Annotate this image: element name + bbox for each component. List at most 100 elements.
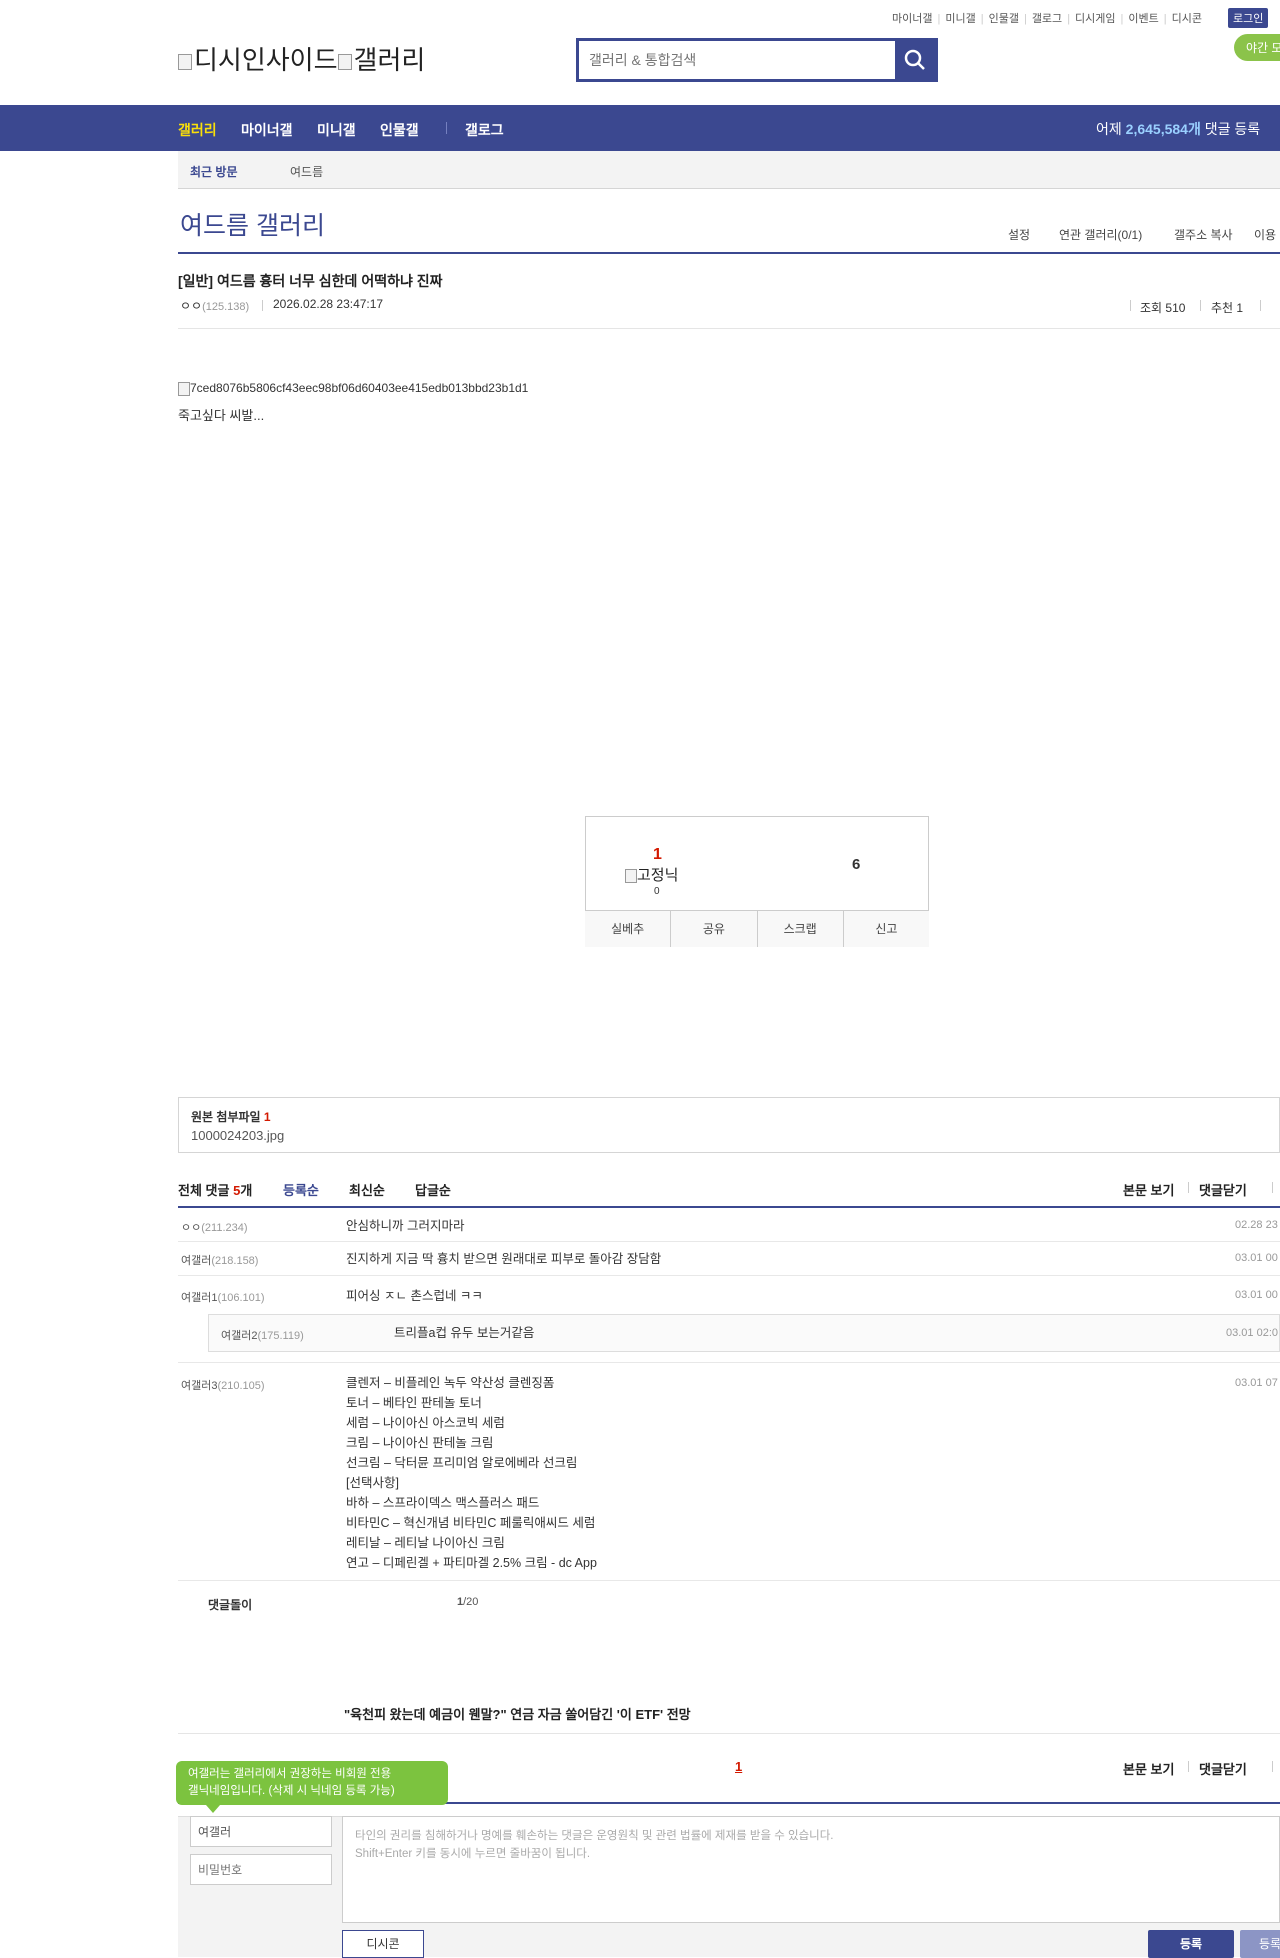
nav-gallery[interactable]: 갤러리 [178,120,217,140]
fixnick-alt: 고정닉 [637,867,679,884]
report-button[interactable]: 신고 [843,911,929,947]
recommend-actions: 실베추 공유 스크랩 신고 [585,910,929,947]
comment-date: 03.01 00 [1235,1252,1278,1264]
post-image-alt: 7ced8076b5806cf43eec98bf06d60403ee415edb… [190,381,529,395]
broken-image-icon [178,381,190,396]
comment-nick-text: 여갤러 [181,1255,212,1267]
meta-divider [1272,1182,1273,1193]
nav-person-gallery[interactable]: 인물갤 [380,120,419,140]
comment-text-multiline: 클렌저 – 비플레인 녹두 약산성 클렌징폼 토너 – 베타인 판테놀 토너 세… [346,1373,597,1573]
tooltip-arrow [206,1805,220,1813]
recommend-count: 1 [653,846,662,863]
stat-prefix: 어제 [1096,121,1122,137]
comment-line: 선크림 – 닥터뮨 프리미엄 알로에베라 선크림 [346,1456,578,1470]
logo-alt-dcinside: 디시인사이드 [194,45,338,75]
nickname-input[interactable] [190,1816,332,1847]
top-links: 마이너갤 | 미니갤 | 인물갤 | 갤로그 | 디시게임 | 이벤트 | 디시콘 [892,13,1202,25]
comment-ip: (106.101) [217,1292,265,1304]
comment-page-total: /20 [463,1596,479,1608]
post-image[interactable]: 7ced8076b5806cf43eec98bf06d60403ee415edb… [178,381,528,396]
comment-nick-text: 여갤러2 [221,1330,258,1342]
best-recommend-button[interactable]: 실베추 [585,911,672,947]
scrap-button[interactable]: 스크랩 [757,911,844,947]
sort-latest[interactable]: 최신순 [349,1180,385,1199]
share-button[interactable]: 공유 [671,911,758,947]
reply-nick[interactable]: 여갤러2(175.119) [221,1327,304,1343]
post-header-divider [178,328,1280,329]
view-body-link[interactable]: 본문 보기 [1123,1180,1174,1199]
recent-visit-item[interactable]: 여드름 [290,163,323,180]
sort-registered[interactable]: 등록순 [283,1180,319,1199]
comment-nick[interactable]: 여갤러3(210.105) [181,1377,265,1393]
comment-line: 클렌저 – 비플레인 녹두 약산성 클렌징폼 [346,1376,555,1390]
gallery-settings-link[interactable]: 설정 [1008,226,1030,243]
gallery-title[interactable]: 여드름 갤러리 [180,206,325,242]
broken-image-icon [337,54,352,71]
toplink-minor[interactable]: 마이너갤 [892,13,932,25]
sort-reply[interactable]: 답글순 [415,1180,451,1199]
comment-page-link[interactable]: 1 [735,1759,742,1774]
dccon-button[interactable]: 디시콘 [342,1930,424,1958]
comment-ip: (218.158) [211,1255,259,1267]
close-comments-link-bottom[interactable]: 댓글닫기 [1199,1759,1247,1778]
attachment-box [178,1097,1280,1153]
view-body-link-bottom[interactable]: 본문 보기 [1123,1759,1174,1778]
comment-date: 03.01 07 [1235,1377,1278,1389]
comment-textarea[interactable]: 타인의 권리를 침해하거나 명예를 훼손하는 댓글은 운영원칙 및 관련 법률에… [342,1816,1280,1923]
comment-divider [178,1241,1280,1242]
toplink-gallog[interactable]: 갤로그 [1032,13,1062,25]
stat-count: 2,645,584개 [1125,121,1201,137]
comment-header-divider [178,1206,1280,1208]
password-input[interactable] [190,1854,332,1885]
related-gallery-link[interactable]: 연관 갤러리(0/1) [1059,226,1142,243]
comment-bot-label[interactable]: 댓글돌이 [208,1596,252,1613]
night-mode-button[interactable]: 야간 모 [1234,34,1280,61]
comment-line: 연고 – 디페린겔 + 파티마겔 2.5% 크림 - dc App [346,1556,597,1570]
ad-article-link[interactable]: "육천피 왔는데 예금이 웬말?" 연금 자금 쏠어담긴 '이 ETF' 전망 [344,1704,691,1723]
recent-visit-label[interactable]: 최근 방문 [190,163,238,180]
nonrecommend-count[interactable]: 6 [852,856,860,873]
comment-line: 바하 – 스프라이덱스 맥스플러스 패드 [346,1496,540,1510]
comment-nick[interactable]: 여갤러1(106.101) [181,1289,265,1305]
reply-box [208,1314,1280,1352]
comment-divider [178,1580,1280,1581]
nav-mini-gallery[interactable]: 미니갤 [317,120,356,140]
yesterday-comment-stat: 어제 2,645,584개 댓글 등록 [1096,119,1260,139]
tooltip-line: 여갤러는 갤러리에서 권장하는 비회원 전용 [188,1768,392,1780]
login-button[interactable]: 로그인 [1228,8,1269,28]
tooltip-line: 갤닉네임입니다. (삭제 시 닉네임 등록 가능) [188,1785,395,1797]
comment-total-prefix: 전체 댓글 [178,1183,230,1198]
comment-divider [178,1362,1280,1363]
submit-comment-button[interactable]: 등록 [1148,1930,1234,1958]
comment-divider [178,1275,1280,1276]
comment-date: 03.01 00 [1235,1289,1278,1301]
fixnick-recommend-count: 0 [654,886,660,897]
toplink-person[interactable]: 인물갤 [989,13,1019,25]
meta-divider [1188,1761,1189,1772]
nav-divider [446,122,447,134]
comment-nick[interactable]: 여갤러(218.158) [181,1252,258,1268]
copy-gallery-url-link[interactable]: 갤주소 복사 [1174,226,1233,243]
comment-nick[interactable]: ㅇㅇ(211.234) [181,1219,248,1235]
comment-text: 진지하게 지금 딱 흉치 받으면 원래대로 피부로 돌아감 장담함 [346,1252,662,1266]
toplink-dccon[interactable]: 디시콘 [1172,13,1202,25]
broken-image-icon [178,54,192,71]
attachment-file-link[interactable]: 1000024203.jpg [191,1128,284,1143]
comment-page-indicator: 1/20 [457,1596,478,1608]
nav-minor-gallery[interactable]: 마이너갤 [241,120,293,140]
post-writer[interactable]: ㅇㅇ(125.138) [180,297,249,314]
search-input[interactable] [587,51,891,69]
comment-text: 피어싱 ㅈㄴ 촌스럽네 ㅋㅋ [346,1289,483,1303]
toplink-dcgame[interactable]: 디시게임 [1075,13,1115,25]
toplink-mini[interactable]: 미니갤 [945,13,975,25]
submit-recommend-button[interactable]: 등록 [1240,1930,1280,1958]
close-comments-link[interactable]: 댓글닫기 [1199,1180,1247,1199]
nav-gallog[interactable]: 갤로그 [465,120,504,140]
gallery-usage-link[interactable]: 이용 [1254,226,1276,243]
toplink-event[interactable]: 이벤트 [1128,13,1158,25]
search-button[interactable] [895,41,935,79]
recommend-up-button[interactable]: 고정닉 [625,864,678,885]
logo[interactable]: 디시인사이드 갤러리 [178,40,425,77]
meta-divider [262,300,263,311]
search-icon [904,49,925,70]
